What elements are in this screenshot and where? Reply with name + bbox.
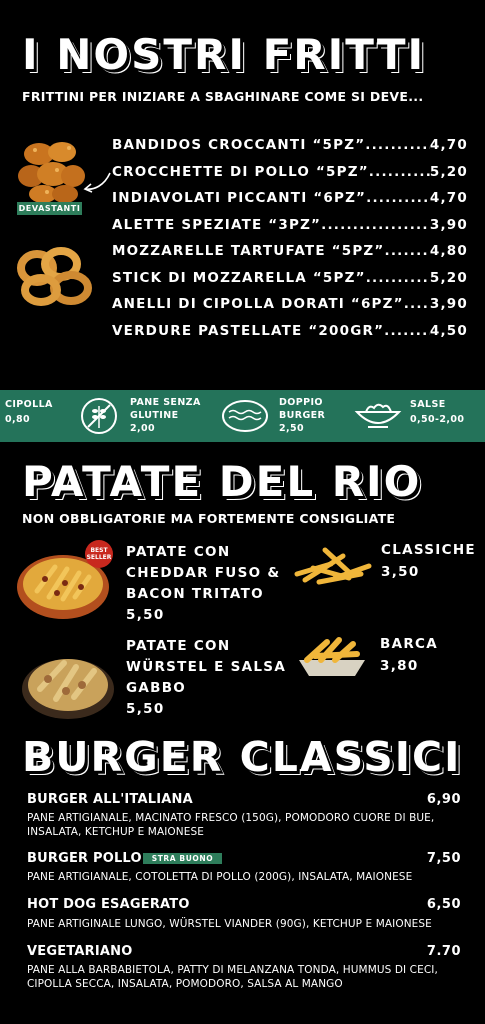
burger-title: BURGER CLASSICI <box>22 733 462 781</box>
devastanti-badge: DEVASTANTI <box>17 202 82 215</box>
burger-item-price: 7.70 <box>426 944 461 959</box>
list-item: INDIAVOLATI PICCANTI “6PZ”4,70 <box>112 190 468 206</box>
fritti-subtitle: FRITTINI PER INIZIARE A SBAGHINARE COME … <box>22 89 424 104</box>
arrow-icon <box>83 172 111 193</box>
classic-fries-image <box>294 547 372 585</box>
fritti-title: I NOSTRI FRITTI <box>22 30 426 79</box>
burger-patty-icon <box>222 400 268 432</box>
burger-item-price: 6,90 <box>426 792 461 807</box>
patate-barca: BARCA 3,80 <box>380 636 438 674</box>
burger-item-name: BURGER ALL'ITALIANA <box>27 792 193 807</box>
extras-band: CIPOLLA 0,80 PANE SENZA GLUTINE 2,00 DOP… <box>0 390 485 442</box>
onion-rings-image <box>17 247 92 306</box>
patate-wurstel: PATATE CON WÜRSTEL E SALSA GABBO 5,50 <box>126 638 287 717</box>
burger-item-price: 7,50 <box>426 851 461 866</box>
stra-buono-badge: STRA BUONO <box>143 853 222 864</box>
list-item: ANELLI DI CIPOLLA DORATI “6PZ”3,90 <box>112 296 468 312</box>
burger-item-desc: PANE ARTIGIANALE, MACINATO FRESCO (150G)… <box>27 812 435 838</box>
patate-title: PATATE DEL RIO <box>22 457 422 506</box>
extra-salse: SALSE 0,50-2,00 <box>410 399 465 425</box>
chicken-nuggets-image <box>18 142 85 203</box>
extra-doppio-burger: DOPPIO BURGER 2,50 <box>279 397 326 434</box>
extra-cipolla: CIPOLLA 0,80 <box>5 399 53 425</box>
list-item: BANDIDOS CROCCANTI “5PZ”4,70 <box>112 137 468 153</box>
burger-item-name: HOT DOG ESAGERATO <box>27 897 190 912</box>
burger-item-desc: PANE ARTIGINALE LUNGO, WÜRSTEL VIANDER (… <box>27 918 432 930</box>
gluten-free-icon <box>81 398 117 434</box>
patate-cheddar: PATATE CON CHEDDAR FUSO & BACON TRITATO … <box>126 544 281 623</box>
burger-item-name: BURGER POLLO <box>27 851 142 866</box>
burger-item-price: 6,50 <box>426 897 461 912</box>
patate-classiche: CLASSICHE 3,50 <box>381 542 476 580</box>
burger-item-name: VEGETARIANO <box>27 944 133 959</box>
burger-item-desc: PANE ALLA BARBABIETOLA, PATTY DI MELANZA… <box>27 964 438 990</box>
list-item: ALETTE SPEZIATE “3PZ”3,90 <box>112 217 468 233</box>
list-item: STICK DI MOZZARELLA “5PZ”5,20 <box>112 270 468 286</box>
list-item: CROCCHETTE DI POLLO “5PZ”5,20 <box>112 164 468 180</box>
burger-item-desc: PANE ARTIGIANALE, COTOLETTA DI POLLO (20… <box>27 871 413 883</box>
barca-fries-image <box>299 637 365 676</box>
list-item: VERDURE PASTELLATE “200GR”4,50 <box>112 323 468 339</box>
list-item: MOZZARELLE TARTUFATE “5PZ”4,80 <box>112 243 468 259</box>
wurstel-fries-image <box>22 659 114 719</box>
best-seller-badge: BEST SELLER <box>85 540 113 568</box>
sauce-bowl-icon <box>354 403 402 428</box>
patate-subtitle: NON OBBLIGATORIE MA FORTEMENTE CONSIGLIA… <box>22 511 396 526</box>
extra-pane-senza-glutine: PANE SENZA GLUTINE 2,00 <box>130 397 201 434</box>
